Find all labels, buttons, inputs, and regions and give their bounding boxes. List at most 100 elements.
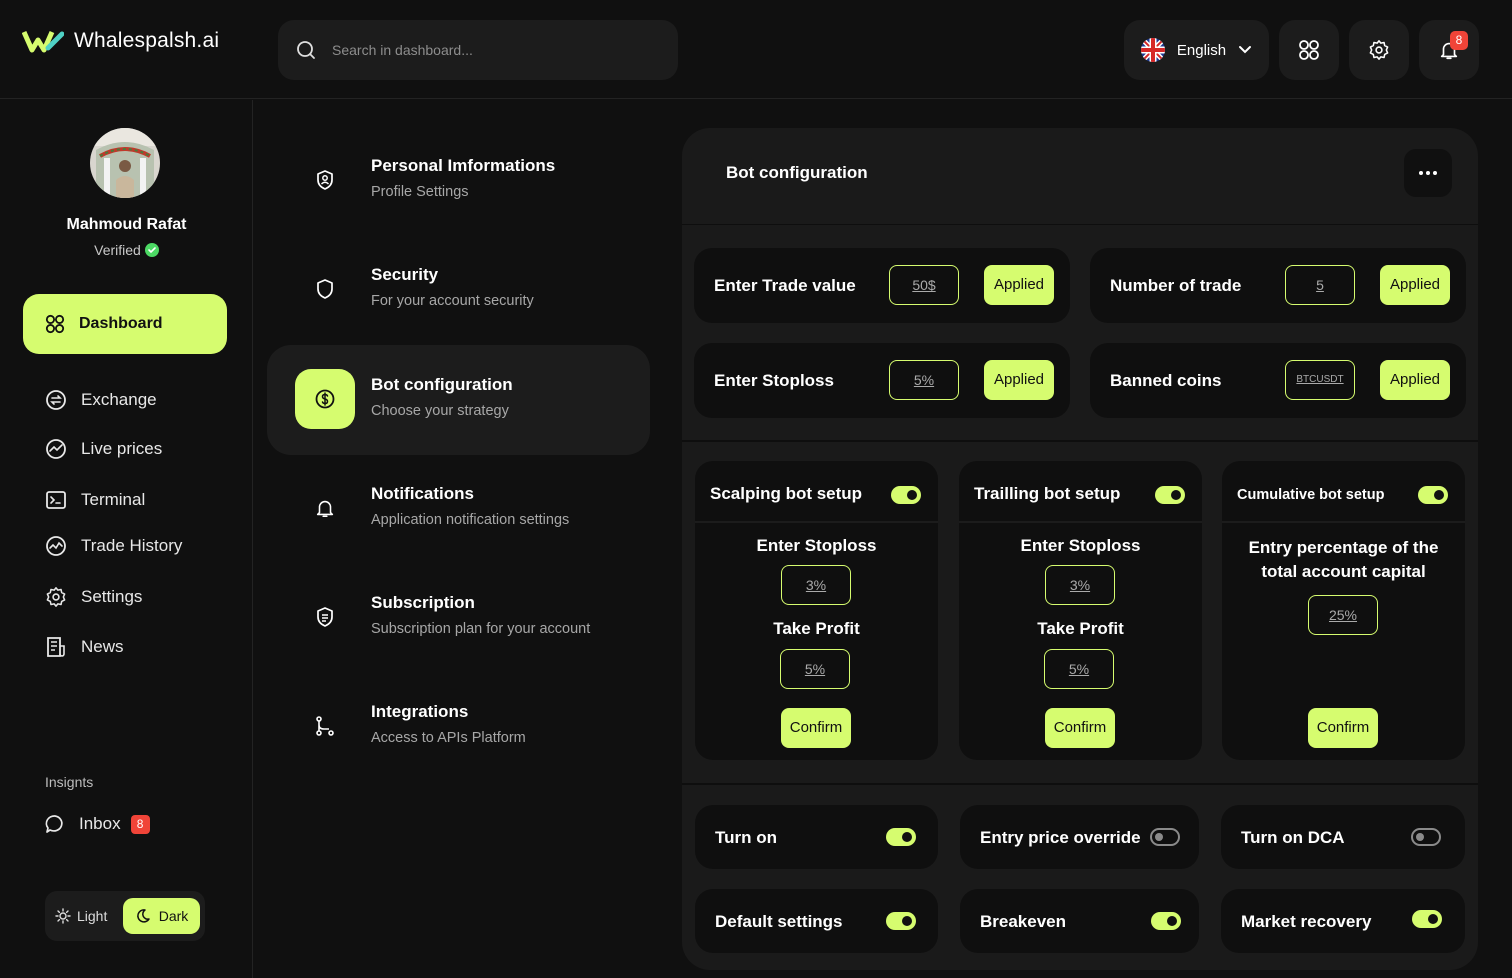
avatar[interactable] [90,128,160,198]
search-input[interactable] [332,42,632,58]
nav-terminal[interactable]: Terminal [45,489,145,511]
takeprofit-field-label: Take Profit [1037,619,1124,638]
scalping-takeprofit-input[interactable]: 5% [780,649,850,689]
breakeven-card: Breakeven [960,889,1199,953]
bot-config-panel: Bot configuration Enter Trade value 50$ … [682,128,1478,970]
menu-title: Notifications [371,484,474,503]
top-bar: Whalespalsh.ai English [0,0,1512,99]
trade-value-card: Enter Trade value 50$ Applied [694,248,1070,323]
nav-trade-history[interactable]: Trade History [45,535,182,557]
menu-integrations[interactable]: Integrations Access to APIs Platform [267,672,650,782]
entry-price-override-toggle[interactable] [1150,828,1180,846]
menu-security[interactable]: Security For your account security [267,235,650,345]
menu-notifications[interactable]: Notifications Application notification s… [267,454,650,564]
breakeven-toggle[interactable] [1151,912,1181,930]
theme-dark-option[interactable]: Dark [123,898,200,934]
banned-coins-applied-button[interactable]: Applied [1380,360,1450,400]
divider [682,440,1478,442]
cumulative-bot-toggle[interactable] [1418,486,1448,504]
menu-title: Personal Imformations [371,156,556,175]
turn-on-label: Turn on [715,828,777,847]
menu-subtitle: For your account security [371,293,534,309]
settings-button[interactable] [1349,20,1409,80]
nav-dashboard[interactable]: Dashboard [23,294,227,354]
turn-on-toggle[interactable] [886,828,916,846]
banned-coins-input[interactable]: BTCUSDT [1285,360,1355,400]
menu-icon-wrap [295,587,355,647]
nav-news-label: News [81,637,124,656]
notifications-badge: 8 [1450,31,1468,50]
language-selector[interactable]: English [1124,20,1269,80]
scalping-stoploss-input[interactable]: 3% [781,565,851,605]
menu-subtitle: Profile Settings [371,184,469,200]
default-settings-toggle[interactable] [886,912,916,930]
default-settings-card: Default settings [695,889,938,953]
chevron-down-icon [1239,46,1252,54]
turn-on-card: Turn on [695,805,938,869]
bot-card-header: Scalping bot setup [695,461,938,523]
trade-value-input[interactable]: 50$ [889,265,959,305]
stoploss-field-label: Enter Stoploss [1020,536,1141,555]
app-logo[interactable]: Whalespalsh.ai [22,28,219,54]
chat-bubble-icon [45,815,63,833]
menu-subtitle: Subscription plan for your account [371,621,591,637]
default-settings-label: Default settings [715,912,843,931]
stoploss-applied-button[interactable]: Applied [984,360,1054,400]
market-recovery-card: Market recovery [1221,889,1465,953]
takeprofit-field-label: Take Profit [773,619,860,638]
theme-light-option[interactable]: Light [55,908,123,924]
trailling-confirm-button[interactable]: Confirm [1045,708,1115,748]
cumulative-entry-input[interactable]: 25% [1308,595,1378,635]
menu-personal-info[interactable]: Personal Imformations Profile Settings [267,126,650,236]
menu-subscription[interactable]: Subscription Subscription plan for your … [267,563,650,673]
nav-news[interactable]: News [45,636,124,658]
notifications-button[interactable]: 8 [1419,20,1479,80]
menu-subtitle: Application notification settings [371,512,570,528]
menu-icon-wrap [295,259,355,319]
number-of-trade-input[interactable]: 5 [1285,265,1355,305]
number-of-trade-applied-button[interactable]: Applied [1380,265,1450,305]
panel-title: Bot configuration [726,163,868,182]
theme-dark-label: Dark [158,908,189,924]
menu-bot-configuration[interactable]: Bot configuration Choose your strategy [267,345,650,455]
scalping-confirm-button[interactable]: Confirm [781,708,851,748]
entry-price-override-label: Entry price override [980,828,1141,847]
trailling-takeprofit-input[interactable]: 5% [1044,649,1114,689]
apps-grid-icon [1299,40,1319,60]
verified-label: Verified [94,242,141,258]
apps-button[interactable] [1279,20,1339,80]
stoploss-input[interactable]: 5% [889,360,959,400]
nav-settings[interactable]: Settings [45,586,142,608]
bot-title: Cumulative bot setup [1237,487,1385,503]
nav-live-prices[interactable]: Live prices [45,438,162,460]
gear-icon [1369,40,1389,60]
trade-value-applied-button[interactable]: Applied [984,265,1054,305]
scalping-bot-toggle[interactable] [891,486,921,504]
dollar-circle-icon [315,389,335,409]
menu-title: Integrations [371,702,469,721]
nav-live-prices-label: Live prices [81,439,163,458]
shield-icon [317,279,333,299]
cumulative-confirm-button[interactable]: Confirm [1308,708,1378,748]
banned-coins-card: Banned coins BTCUSDT Applied [1090,343,1466,418]
menu-icon-wrap [295,150,355,210]
search-bar[interactable] [278,20,678,80]
sun-icon [55,908,71,924]
turn-on-dca-toggle[interactable] [1411,828,1441,846]
user-shield-icon [317,170,333,190]
nav-settings-label: Settings [81,587,143,606]
nav-inbox[interactable]: Inbox 8 [45,814,150,834]
more-options-button[interactable] [1404,149,1452,197]
more-dots-icon [1419,171,1437,175]
trailling-bot-toggle[interactable] [1155,486,1185,504]
divider [682,783,1478,785]
market-recovery-toggle[interactable] [1412,910,1442,928]
bot-title: Trailling bot setup [974,484,1121,503]
gear-icon [46,587,66,607]
bell-icon [316,500,334,518]
nav-exchange[interactable]: Exchange [45,389,157,411]
chart-icon [46,439,66,459]
trade-value-label: Enter Trade value [714,276,856,295]
trailling-stoploss-input[interactable]: 3% [1045,565,1115,605]
banned-coins-label: Banned coins [1110,371,1222,390]
